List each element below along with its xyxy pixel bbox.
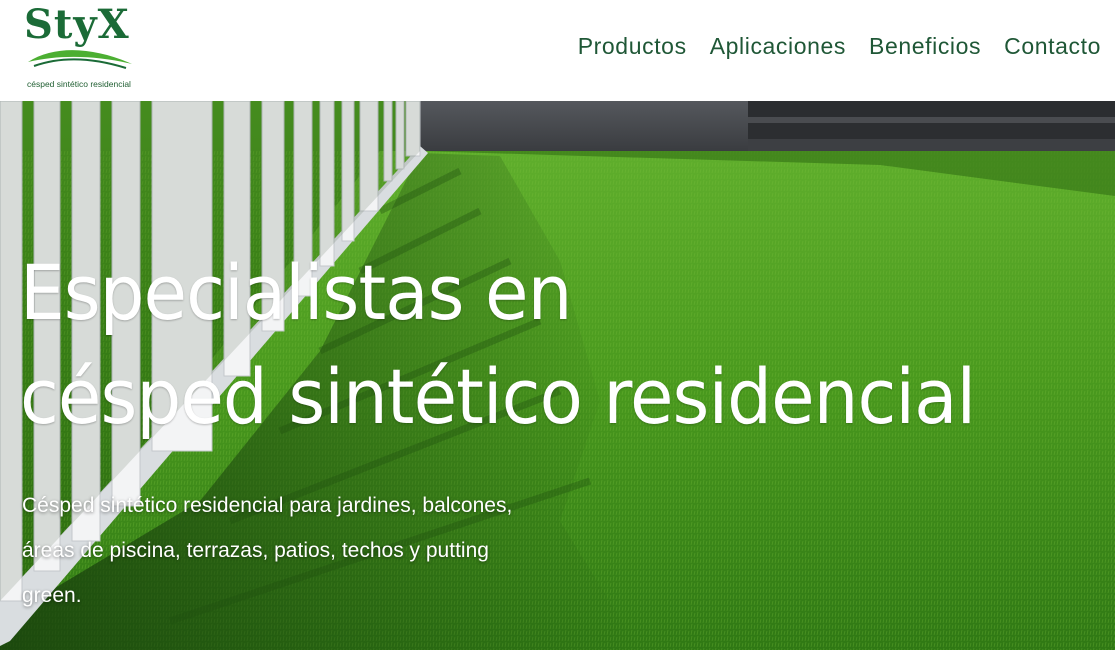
site-header: StyX césped sintético residencial Produc… <box>0 0 1115 101</box>
hero-subtitle: Césped sintético residencial para jardin… <box>22 494 513 607</box>
nav-link-contacto[interactable]: Contacto <box>1004 30 1101 62</box>
hero-title-line-1: Especialistas en <box>20 248 572 337</box>
hero-section: Especialistas en césped sintético reside… <box>0 101 1115 650</box>
brand-tagline: césped sintético residencial <box>27 79 131 89</box>
nav-link-aplicaciones[interactable]: Aplicaciones <box>710 30 846 62</box>
nav-link-productos[interactable]: Productos <box>578 30 687 62</box>
hero-title-line-2: césped sintético residencial <box>20 352 976 441</box>
brand-logo[interactable]: StyX césped sintético residencial <box>24 2 136 92</box>
hero-title: Especialistas en césped sintético reside… <box>20 241 1047 449</box>
nav-link-beneficios[interactable]: Beneficios <box>869 30 981 62</box>
main-nav: Productos Aplicaciones Beneficios Contac… <box>555 30 1101 62</box>
leaf-swoosh-icon <box>28 50 132 69</box>
